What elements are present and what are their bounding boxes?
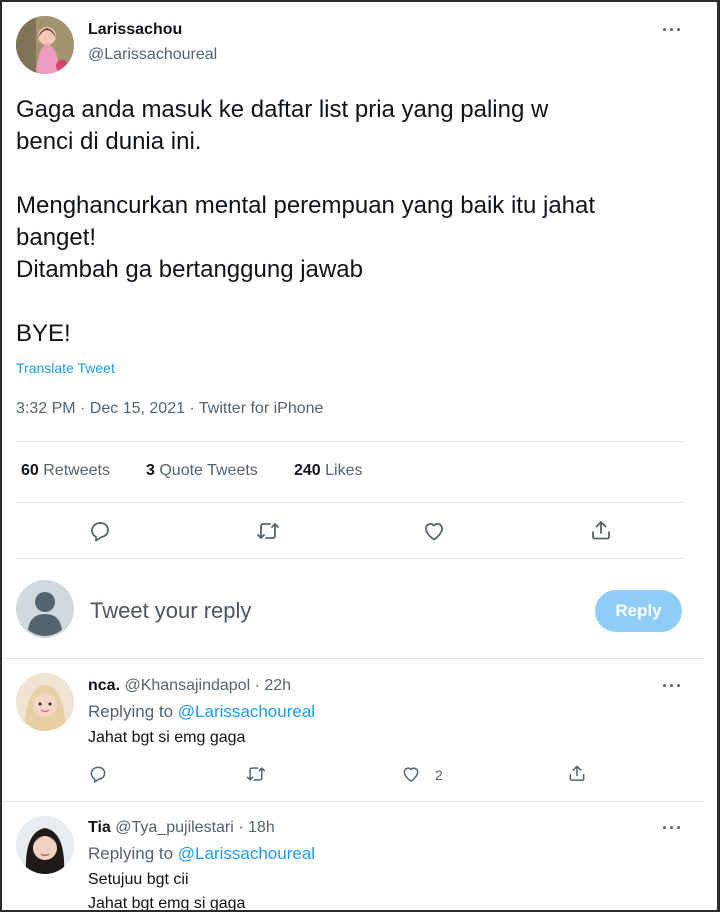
reply-header: nca. @Khansajindapol · 22h [88,677,291,695]
reply-text: Setujuu bgt cii Jahat bgt emg si gaga [88,871,246,912]
quote-tweets-count: 3 [146,462,155,479]
retweet-icon[interactable] [245,764,267,784]
retweets-stat[interactable]: 60 Retweets [21,462,110,480]
reply-author-name[interactable]: Tia [88,819,111,836]
replying-to: Replying to @Larissachoureal [88,844,315,864]
share-icon[interactable] [567,763,587,783]
retweet-icon[interactable] [255,519,281,543]
tweet-text: Gaga anda masuk ke daftar list pria yang… [16,96,596,347]
replying-to-handle[interactable]: @Larissachoureal [178,844,315,863]
replying-to-label: Replying to [88,702,174,721]
like-icon[interactable] [401,764,421,784]
author-avatar[interactable] [16,16,74,74]
dot-separator: · [238,819,244,836]
divider [16,502,684,503]
like-icon[interactable] [422,519,446,543]
quote-tweets-stat[interactable]: 3 Quote Tweets [146,462,258,480]
likes-stat[interactable]: 240 Likes [294,462,363,480]
reply-avatar[interactable] [16,816,74,874]
reply-time[interactable]: 18h [248,819,275,836]
divider [16,558,684,559]
divider [2,658,704,659]
more-options-icon[interactable]: ··· [662,818,683,839]
replying-to-label: Replying to [88,844,174,863]
reply-icon[interactable] [88,764,108,784]
reply-text: Jahat bgt si emg gaga [88,729,246,746]
like-count: 2 [435,767,443,783]
divider [2,801,704,802]
reply-author-handle[interactable]: @Khansajindapol [124,677,250,694]
reply-author-name[interactable]: nca. [88,677,120,694]
author-name[interactable]: Larissachou [88,21,182,39]
reply-author-handle[interactable]: @Tya_pujilestari [115,819,234,836]
likes-count: 240 [294,462,321,479]
tweet-timestamp[interactable]: 3:32 PM · Dec 15, 2021 · Twitter for iPh… [16,400,323,418]
translate-tweet-link[interactable]: Translate Tweet [16,360,115,376]
more-options-icon[interactable]: ··· [662,676,683,697]
reply-input[interactable]: Tweet your reply [90,598,570,624]
quote-tweets-label: Quote Tweets [159,462,258,479]
author-handle[interactable]: @Larissachoureal [88,46,217,64]
replying-to-handle[interactable]: @Larissachoureal [178,702,315,721]
current-user-avatar[interactable] [16,580,74,638]
author-avatar-image [16,16,74,74]
replying-to: Replying to @Larissachoureal [88,702,315,722]
reply-header: Tia @Tya_pujilestari · 18h [88,819,275,837]
reply-time[interactable]: 22h [264,677,291,694]
dot-separator: · [254,677,260,694]
likes-label: Likes [325,462,363,479]
reply-avatar-image [16,816,74,874]
reply-icon[interactable] [88,519,112,543]
default-user-icon [28,592,62,636]
retweets-label: Retweets [43,462,110,479]
reply-avatar[interactable] [16,673,74,731]
reply-avatar-image [16,673,74,731]
share-icon[interactable] [589,518,613,542]
retweets-count: 60 [21,462,39,479]
tweet-detail-page: Larissachou @Larissachoureal ··· Gaga an… [0,0,720,912]
divider [16,441,684,442]
more-options-icon[interactable]: ··· [662,20,683,41]
reply-button[interactable]: Reply [595,590,682,632]
